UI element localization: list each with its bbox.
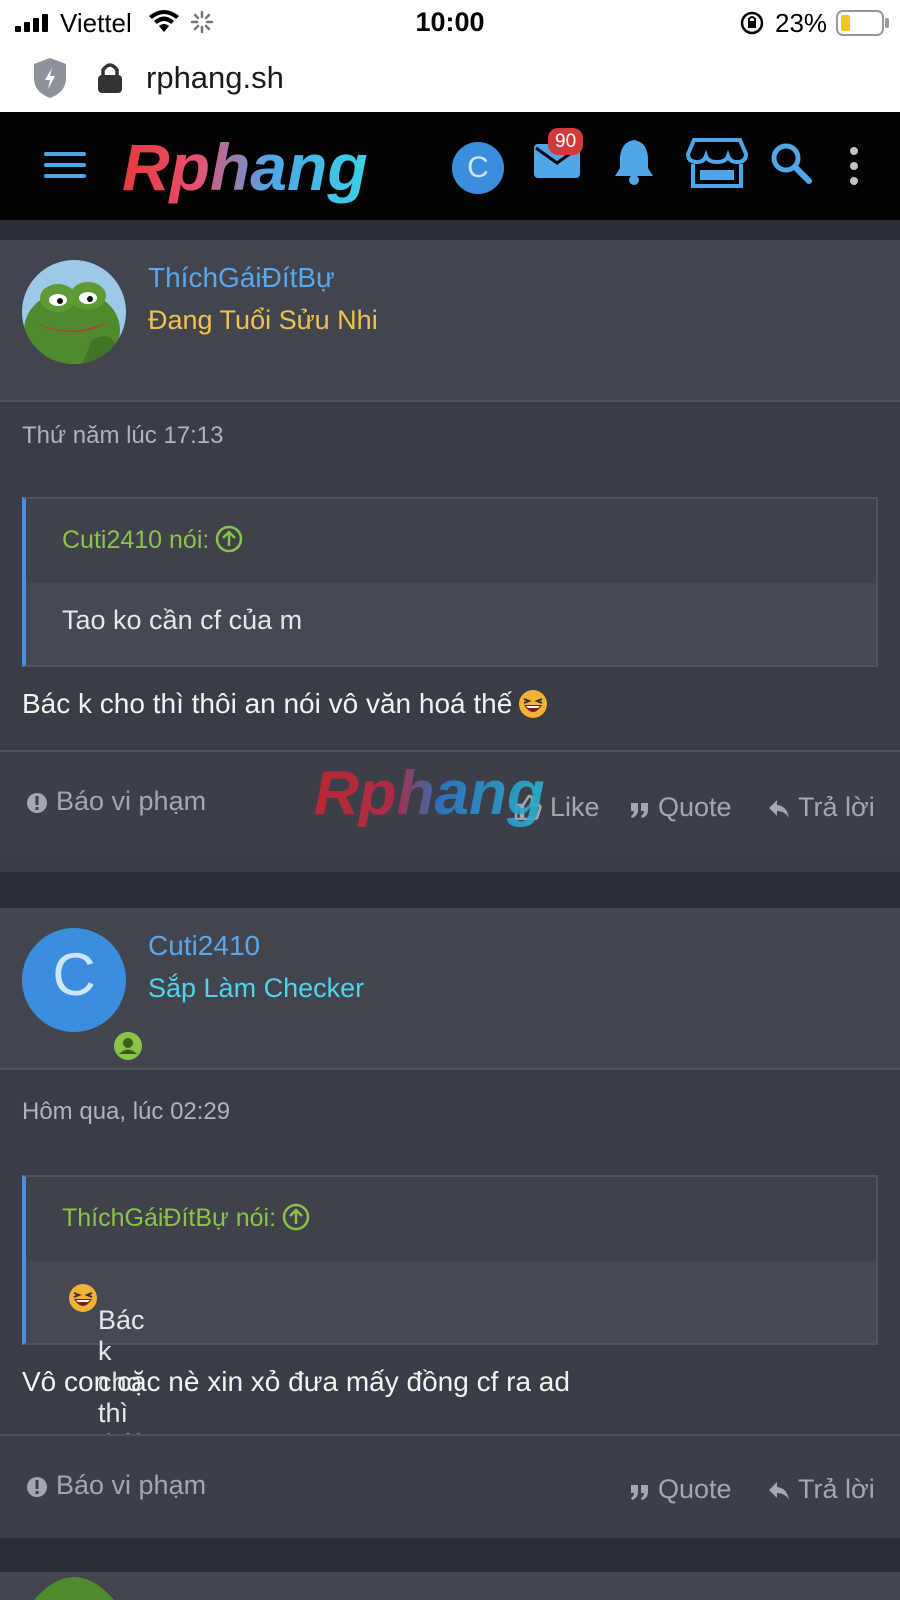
quote-author[interactable]: Cuti2410 nói: [62,525,243,555]
report-button[interactable]: Báo vi phạm [26,1470,206,1501]
post: ThíchGáiĐítBự Đang Tuổi Sửu Nhi Thứ năm … [0,240,900,872]
post-message-text: Bác k cho thì thôi an nói vô văn hoá thế [22,688,513,719]
post-username[interactable]: ThíchGáiĐítBự [148,262,335,294]
battery-percent: 23% [775,8,828,38]
signal-icon [15,14,48,32]
post-actions-bar: Báo vi phạm Quote Trả lời [0,1434,900,1538]
like-label: Like [550,792,600,822]
url-text[interactable]: rphang.sh [146,60,284,96]
post-author-header: ThíchGáiĐítBự Đang Tuổi Sửu Nhi [0,240,900,402]
quote-body: Tao ko cần cf của m [26,583,876,665]
post-message: Vô con cặc nè xin xỏ đưa mấy đồng cf ra … [22,1366,570,1398]
frog-avatar-image [22,260,126,364]
quote-text: Tao ko cần cf của m [62,605,303,635]
quote-block: ThíchGáiĐítBự nói: Bác k cho thì thôi an… [22,1175,878,1600]
quote-author-text: ThíchGáiĐítBự nói: [62,1204,277,1232]
report-label: Báo vi phạm [56,1470,207,1500]
reply-button[interactable]: Trả lời [768,1474,875,1505]
thumbs-up-icon [514,794,542,821]
mail-count-badge: 90 [548,128,584,155]
hamburger-menu-icon[interactable] [44,150,86,180]
battery-icon [836,10,889,36]
quote-button[interactable]: Quote [630,1474,732,1505]
quote-icon [631,803,648,818]
warning-icon [27,1477,47,1497]
like-button[interactable]: Like [514,792,600,823]
quote-author[interactable]: ThíchGáiĐítBự nói: [62,1203,310,1233]
warning-icon [27,793,47,813]
report-label: Báo vi phạm [56,786,207,816]
user-title: Đang Tuổi Sửu Nhi [148,305,378,335]
quote-icon [631,1485,648,1500]
wifi-icon [149,10,179,32]
laughing-emoji-icon [69,1284,97,1312]
logo-text: Rphang [122,132,368,204]
lock-icon [98,63,122,93]
post-actions-bar: Báo vi phạm Like Quote Trả lời [0,750,900,854]
reply-label: Trả lời [798,1474,875,1504]
laughing-emoji-icon [519,690,548,718]
avatar[interactable] [22,260,126,364]
post-separator [0,872,900,908]
quote-author-text: Cuti2410 nói: [62,526,210,554]
reply-label: Trả lời [798,792,875,822]
post: C Cuti2410 Sắp Làm Checker Hôm qua, lúc … [0,908,900,1600]
quote-button[interactable]: Quote [630,792,732,823]
post-timestamp[interactable]: Hôm qua, lúc 02:29 [22,1098,230,1126]
quote-label: Quote [658,792,732,822]
online-status-icon [111,1029,145,1063]
frog-avatar-image [34,1577,114,1600]
avatar[interactable]: C [22,928,145,1063]
arrow-up-circle-icon[interactable] [282,1203,310,1231]
quote-body: Bác k cho thì thôi an nói vô văn hoá thế [26,1261,876,1600]
reply-button[interactable]: Trả lời [768,792,875,823]
post-username[interactable]: Cuti2410 [148,930,260,962]
search-icon[interactable] [770,142,812,184]
post [0,1572,900,1600]
site-header: Rphang C 90 [0,112,900,220]
status-bar: Viettel 10:00 23% [0,0,900,44]
store-icon[interactable] [686,136,748,190]
clock: 10:00 [415,7,485,37]
bell-icon[interactable] [613,138,655,186]
post-author-header: C Cuti2410 Sắp Làm Checker [0,908,900,1070]
site-logo[interactable]: Rphang [118,132,408,208]
carrier-name: Viettel [60,8,132,38]
shield-icon[interactable] [32,56,68,100]
post-separator [0,1538,900,1572]
report-button[interactable]: Báo vi phạm [26,786,206,817]
avatar-initial: C [52,941,96,1008]
more-options-icon[interactable] [848,146,860,186]
quote-text-wrap: Bác k cho thì thôi an nói vô văn hoá thế [62,1283,145,1600]
reply-arrow-icon [769,1482,789,1500]
user-title: Sắp Làm Checker [148,973,365,1003]
quote-label: Quote [658,1474,732,1504]
user-avatar[interactable]: C [452,142,504,194]
quote-block: Cuti2410 nói: Tao ko cần cf của m [22,497,878,667]
reply-arrow-icon [769,800,789,818]
post-message: Bác k cho thì thôi an nói vô văn hoá thế [22,688,548,720]
loading-spinner-icon [190,10,214,34]
post-message-text: Vô con cặc nè xin xỏ đưa mấy đồng cf ra … [22,1366,570,1397]
arrow-up-circle-icon[interactable] [215,525,243,553]
rotation-lock-icon [740,11,764,35]
browser-address-bar[interactable]: rphang.sh [0,44,900,112]
post-timestamp[interactable]: Thứ năm lúc 17:13 [22,422,224,450]
post-separator [0,220,900,240]
